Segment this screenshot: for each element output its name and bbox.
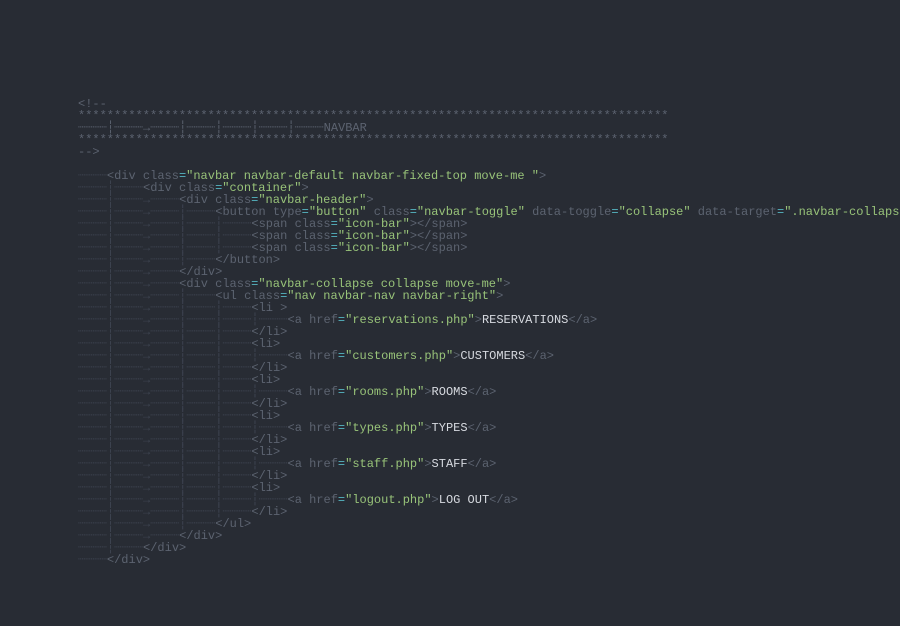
- code-editor-view: <!-- ***********************************…: [78, 98, 900, 566]
